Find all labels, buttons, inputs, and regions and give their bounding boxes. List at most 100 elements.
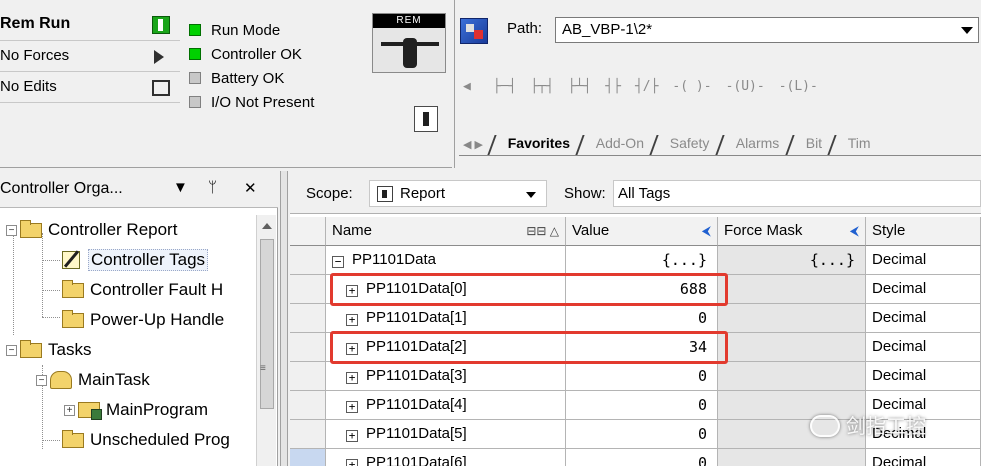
chevron-down-icon[interactable] bbox=[961, 27, 973, 34]
close-icon[interactable]: ✕ bbox=[244, 179, 257, 197]
edits-lock-icon[interactable] bbox=[152, 80, 170, 96]
tag-name-cell[interactable]: + PP1101Data[1] bbox=[326, 304, 566, 333]
collapse-icon[interactable]: − bbox=[36, 374, 47, 386]
organizer-title: Controller Orga... bbox=[0, 180, 123, 197]
path-toolbar: Path: AB_VBP-1\2* ◀ ├─┤ ├┬┤ ├┴┤ ┤├ ┤/├ -… bbox=[454, 0, 981, 168]
tag-force-cell[interactable] bbox=[718, 333, 866, 362]
scope-select[interactable]: Report bbox=[369, 180, 547, 207]
tab-safety[interactable]: Safety bbox=[649, 135, 723, 155]
row-selector[interactable] bbox=[290, 449, 326, 466]
table-row[interactable]: − PP1101Data {...} {...} Decimal bbox=[290, 246, 981, 275]
pin-icon[interactable]: ᛘ bbox=[208, 179, 217, 196]
pane-splitter[interactable] bbox=[280, 171, 288, 466]
tree-item-controller-tags[interactable]: Controller Tags bbox=[62, 247, 209, 273]
run-mode-row[interactable]: Rem Run bbox=[0, 10, 180, 41]
tag-value-cell[interactable]: 0 bbox=[566, 449, 718, 466]
collapse-icon[interactable]: − bbox=[6, 224, 17, 236]
table-row[interactable]: + PP1101Data[3] 0 Decimal bbox=[290, 362, 981, 391]
branch-icon[interactable]: ├┬┤ bbox=[530, 79, 553, 94]
row-selector[interactable] bbox=[290, 246, 326, 275]
collapse-icon[interactable]: − bbox=[6, 344, 17, 356]
path-combo[interactable]: AB_VBP-1\2* bbox=[555, 17, 979, 43]
table-row[interactable]: + PP1101Data[1] 0 Decimal bbox=[290, 304, 981, 333]
forces-menu-icon[interactable] bbox=[154, 50, 164, 64]
tab-add-on[interactable]: Add-On bbox=[575, 135, 658, 155]
column-header-name[interactable]: Name ⊟⊟ △ bbox=[326, 217, 566, 246]
tag-force-cell[interactable]: {...} bbox=[718, 246, 866, 275]
branch-level-icon[interactable]: ├┴┤ bbox=[568, 79, 591, 94]
organizer-dropdown-icon[interactable]: ▼ bbox=[173, 179, 188, 196]
expand-icon[interactable]: + bbox=[64, 404, 75, 416]
sort-icon[interactable]: ⊟⊟ △ bbox=[526, 217, 559, 245]
row-selector[interactable] bbox=[290, 333, 326, 362]
tag-value-cell[interactable]: 0 bbox=[566, 362, 718, 391]
tag-style-cell[interactable]: Decimal bbox=[866, 275, 981, 304]
expand-icon[interactable]: + bbox=[346, 459, 358, 466]
tab-favorites[interactable]: Favorites bbox=[487, 135, 583, 155]
column-header-value[interactable]: Value ⮜ bbox=[566, 217, 718, 246]
tag-style-cell[interactable]: Decimal bbox=[866, 449, 981, 466]
led-label: Run Mode bbox=[211, 21, 281, 39]
table-row[interactable]: + PP1101Data[6] 0 Decimal bbox=[290, 449, 981, 466]
who-active-icon[interactable] bbox=[460, 18, 488, 44]
row-selector[interactable] bbox=[290, 304, 326, 333]
show-filter-select[interactable]: All Tags bbox=[613, 180, 981, 207]
expand-icon[interactable]: + bbox=[346, 314, 358, 326]
tree-item-unscheduled-programs[interactable]: Unscheduled Prog bbox=[62, 427, 230, 453]
expand-icon[interactable]: + bbox=[346, 372, 358, 384]
scroll-left-icon[interactable]: ◀ bbox=[463, 79, 471, 94]
tag-name-cell[interactable]: + PP1101Data[6] bbox=[326, 449, 566, 466]
tag-style-cell[interactable]: Decimal bbox=[866, 362, 981, 391]
tag-force-cell[interactable] bbox=[718, 362, 866, 391]
tab-scroll-icon[interactable]: ◀ ▶ bbox=[463, 138, 483, 151]
xio-icon[interactable]: ┤/├ bbox=[635, 79, 658, 94]
row-selector[interactable] bbox=[290, 362, 326, 391]
tree-item-power-up-handler[interactable]: Power-Up Handle bbox=[62, 307, 224, 333]
tag-name-cell[interactable]: + PP1101Data[3] bbox=[326, 362, 566, 391]
tag-style-cell[interactable]: Decimal bbox=[866, 246, 981, 275]
row-selector[interactable] bbox=[290, 391, 326, 420]
tag-name-cell[interactable]: − PP1101Data bbox=[326, 246, 566, 275]
row-selector[interactable] bbox=[290, 420, 326, 449]
tag-force-cell[interactable] bbox=[718, 304, 866, 333]
tree-item-label: MainProgram bbox=[106, 400, 209, 419]
xic-icon[interactable]: ┤├ bbox=[605, 79, 621, 94]
row-selector[interactable] bbox=[290, 275, 326, 304]
tag-value-cell[interactable]: 0 bbox=[566, 420, 718, 449]
tree-item-controller-report[interactable]: − Controller Report bbox=[6, 217, 177, 243]
controller-properties-icon[interactable] bbox=[414, 106, 438, 132]
tag-value-cell[interactable]: {...} bbox=[566, 246, 718, 275]
chevron-down-icon[interactable] bbox=[526, 192, 536, 198]
tree-item-main-program[interactable]: + MainProgram bbox=[64, 397, 208, 423]
otl-icon[interactable]: -(L)- bbox=[779, 79, 818, 94]
tree-item-controller-fault-handler[interactable]: Controller Fault H bbox=[62, 277, 223, 303]
tab-timer[interactable]: Tim bbox=[827, 135, 884, 155]
row-selector-header[interactable] bbox=[290, 217, 326, 246]
tag-style-cell[interactable]: Decimal bbox=[866, 304, 981, 333]
organizer-scrollbar[interactable]: ≡ bbox=[256, 215, 276, 466]
tag-style-cell[interactable]: Decimal bbox=[866, 333, 981, 362]
scroll-up-icon[interactable] bbox=[262, 223, 272, 229]
scrollbar-thumb[interactable] bbox=[260, 239, 274, 409]
run-status-icon[interactable] bbox=[152, 16, 170, 34]
ote-icon[interactable]: -( )- bbox=[672, 79, 711, 94]
tag-force-cell[interactable] bbox=[718, 449, 866, 466]
collapse-icon[interactable]: − bbox=[332, 256, 344, 268]
otu-icon[interactable]: -(U)- bbox=[726, 79, 765, 94]
tag-force-cell[interactable] bbox=[718, 275, 866, 304]
expand-icon[interactable]: + bbox=[346, 430, 358, 442]
tree-item-main-task[interactable]: − MainTask bbox=[36, 367, 150, 393]
column-header-force-mask[interactable]: Force Mask ⮜ bbox=[718, 217, 866, 246]
rung-icon[interactable]: ├─┤ bbox=[493, 79, 516, 94]
column-header-style[interactable]: Style bbox=[866, 217, 981, 246]
tag-value-cell[interactable]: 0 bbox=[566, 304, 718, 333]
tag-value-cell[interactable]: 0 bbox=[566, 391, 718, 420]
tree-item-tasks[interactable]: − Tasks bbox=[6, 337, 91, 363]
tag-name-cell[interactable]: + PP1101Data[5] bbox=[326, 420, 566, 449]
edits-row[interactable]: No Edits bbox=[0, 72, 180, 103]
forces-row[interactable]: No Forces bbox=[0, 41, 180, 72]
expand-icon[interactable]: + bbox=[346, 401, 358, 413]
edits-label: No Edits bbox=[0, 78, 57, 95]
tab-alarms[interactable]: Alarms bbox=[715, 135, 793, 155]
tag-name-cell[interactable]: + PP1101Data[4] bbox=[326, 391, 566, 420]
